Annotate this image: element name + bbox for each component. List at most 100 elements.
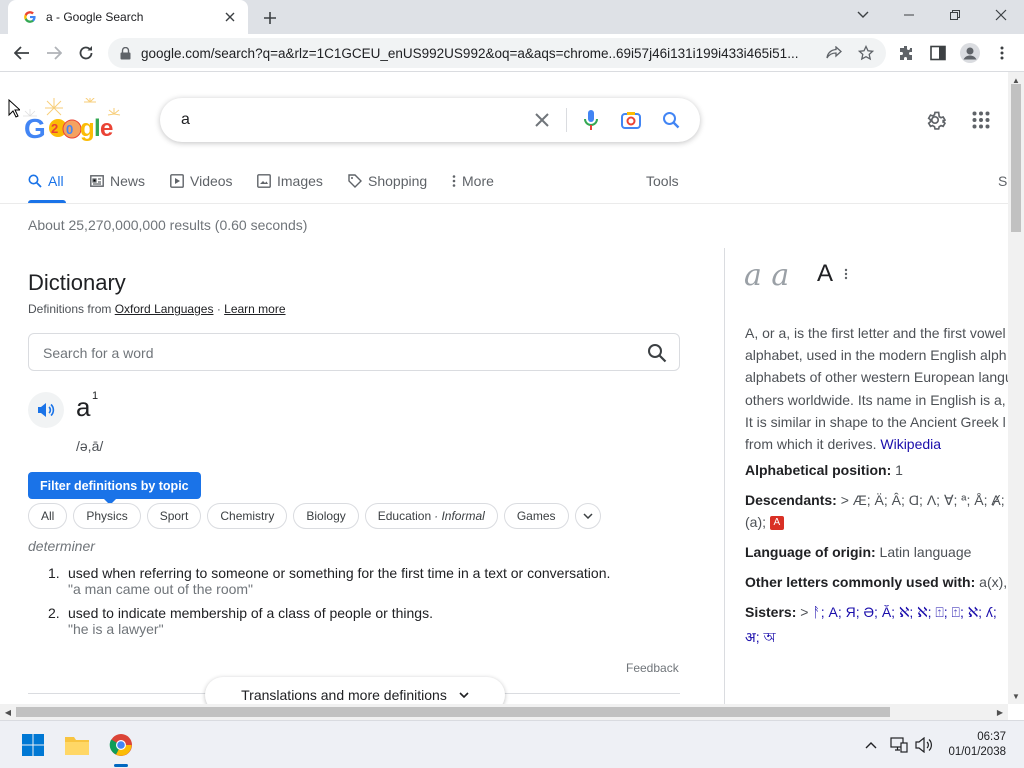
new-tab-icon[interactable] bbox=[260, 8, 280, 28]
news-icon bbox=[90, 175, 104, 187]
definition-text: used to indicate membership of a class o… bbox=[68, 605, 433, 621]
fact-value[interactable]: (a); bbox=[745, 514, 766, 530]
chip-chemistry[interactable]: Chemistry bbox=[207, 503, 288, 529]
search-submit-icon[interactable] bbox=[659, 108, 683, 132]
tab-search-icon[interactable] bbox=[840, 0, 886, 30]
horizontal-scrollbar[interactable]: ◀ ▶ bbox=[0, 704, 1008, 720]
chip-education[interactable]: Education · Informal bbox=[364, 503, 498, 529]
phonetic: /ə,ā/ bbox=[76, 438, 104, 454]
profile-avatar[interactable] bbox=[959, 42, 981, 64]
fact-prefix: > bbox=[800, 604, 809, 620]
tab-more[interactable]: More bbox=[452, 170, 494, 192]
horizontal-scroll-thumb[interactable] bbox=[16, 707, 890, 717]
fact-sisters-continued: अ; অ bbox=[745, 626, 1008, 650]
clear-search-icon[interactable] bbox=[530, 108, 554, 132]
descendant-badge[interactable]: A bbox=[769, 516, 784, 531]
chip-physics[interactable]: Physics bbox=[73, 503, 141, 529]
dictionary-title: Dictionary bbox=[28, 270, 126, 295]
translations-button[interactable]: Translations and more definitions bbox=[205, 677, 505, 704]
knowledge-panel-title: A bbox=[817, 260, 834, 287]
chrome-menu-icon[interactable] bbox=[991, 42, 1013, 64]
chrome-taskbar-icon[interactable] bbox=[105, 729, 137, 761]
scroll-left-icon[interactable]: ◀ bbox=[0, 704, 16, 720]
fact-value[interactable]: > Æ; Ä; Â; Ɑ; Λ; ∀; ª; Å; Ⱥ; @ bbox=[841, 492, 1008, 508]
more-options-icon[interactable] bbox=[844, 267, 848, 285]
lens-camera-icon[interactable] bbox=[619, 108, 643, 132]
word-search-placeholder: Search for a word bbox=[43, 345, 154, 361]
chip-games[interactable]: Games bbox=[503, 503, 569, 529]
file-explorer-icon[interactable] bbox=[61, 729, 93, 761]
settings-gear-icon[interactable] bbox=[923, 108, 947, 132]
description-line: A, or a, is the first letter and the fir… bbox=[745, 325, 1006, 341]
chips-expand-button[interactable] bbox=[574, 503, 601, 529]
feedback-link[interactable]: Feedback bbox=[626, 661, 679, 675]
search-divider bbox=[566, 108, 567, 132]
letter-glyph-images[interactable]: a a bbox=[744, 258, 789, 293]
network-icon[interactable] bbox=[889, 735, 909, 755]
scroll-right-icon[interactable]: ▶ bbox=[992, 704, 1008, 720]
oxford-languages-link[interactable]: Oxford Languages bbox=[115, 302, 214, 316]
side-panel-icon[interactable] bbox=[927, 42, 949, 64]
source-separator: · bbox=[216, 302, 221, 316]
more-vert-icon bbox=[452, 174, 456, 188]
fact-value[interactable]: ᚨ; A; Я; Ə; Ă; ℵ; ℵ; ⍐; ⍐; ℵ; ʎ; bbox=[812, 604, 997, 620]
apps-grid-icon[interactable] bbox=[969, 108, 993, 132]
wikipedia-link[interactable]: Wikipedia bbox=[880, 436, 941, 452]
tab-shopping-label: Shopping bbox=[368, 173, 428, 189]
tab-videos-label: Videos bbox=[190, 173, 233, 189]
tab-images[interactable]: Images bbox=[257, 170, 323, 192]
speaker-icon bbox=[37, 402, 55, 418]
tab-close-icon[interactable] bbox=[222, 9, 238, 25]
fact-language-of-origin: Language of origin: Latin language bbox=[745, 544, 1008, 560]
chip-all[interactable]: All bbox=[28, 503, 68, 529]
tray-chevron-up-icon[interactable] bbox=[861, 735, 881, 755]
google-doodle-logo[interactable]: G 2 0 g l e bbox=[22, 96, 121, 144]
result-stats: About 25,270,000,000 results (0.60 secon… bbox=[28, 217, 308, 233]
bookmark-star-icon[interactable] bbox=[857, 44, 875, 62]
back-icon[interactable] bbox=[11, 42, 33, 64]
vertical-scroll-thumb[interactable] bbox=[1011, 84, 1021, 232]
address-bar[interactable]: google.com/search?q=a&rlz=1C1GCEU_enUS99… bbox=[108, 38, 886, 68]
system-clock[interactable]: 06:37 01/01/2038 bbox=[940, 730, 1006, 760]
windows-start-icon[interactable] bbox=[17, 729, 49, 761]
chip-sport[interactable]: Sport bbox=[146, 503, 202, 529]
clock-time: 06:37 bbox=[977, 731, 1006, 743]
translations-label: Translations and more definitions bbox=[241, 687, 447, 703]
tab-videos[interactable]: Videos bbox=[170, 170, 233, 192]
close-window-icon[interactable] bbox=[978, 0, 1024, 30]
search-query[interactable]: a bbox=[181, 111, 190, 129]
learn-more-link[interactable]: Learn more bbox=[224, 302, 285, 316]
share-icon[interactable] bbox=[825, 44, 843, 62]
forward-icon[interactable] bbox=[43, 42, 65, 64]
fact-value[interactable]: a(x), ae bbox=[979, 574, 1008, 590]
part-of-speech: determiner bbox=[28, 538, 95, 554]
active-app-indicator bbox=[114, 764, 128, 767]
word-search-input[interactable]: Search for a word bbox=[28, 333, 680, 371]
google-favicon-icon bbox=[22, 9, 38, 25]
voice-search-icon[interactable] bbox=[579, 108, 603, 132]
volume-icon[interactable] bbox=[914, 735, 934, 755]
tab-shopping[interactable]: Shopping bbox=[348, 170, 427, 192]
tab-all-label: All bbox=[48, 173, 64, 189]
pronunciation-button[interactable] bbox=[28, 392, 64, 428]
lock-icon[interactable] bbox=[120, 46, 131, 60]
search-icon[interactable] bbox=[647, 343, 667, 368]
extensions-icon[interactable] bbox=[895, 42, 917, 64]
search-box[interactable]: a bbox=[160, 98, 700, 142]
source-prefix: Definitions from bbox=[28, 302, 112, 316]
tab-news[interactable]: News bbox=[90, 170, 145, 192]
scroll-down-icon[interactable]: ▼ bbox=[1008, 688, 1024, 704]
reload-icon[interactable] bbox=[75, 42, 97, 64]
tab-images-label: Images bbox=[277, 173, 323, 189]
tools-button[interactable]: Tools bbox=[646, 170, 679, 192]
chip-biology[interactable]: Biology bbox=[293, 503, 359, 529]
restore-icon[interactable] bbox=[932, 0, 978, 30]
minimize-icon[interactable] bbox=[886, 0, 932, 30]
windows-taskbar: 06:37 01/01/2038 bbox=[0, 720, 1024, 768]
safesearch-cut-label[interactable]: S bbox=[998, 170, 1007, 192]
browser-tab[interactable]: a - Google Search bbox=[8, 0, 248, 34]
tab-all[interactable]: All bbox=[28, 170, 64, 192]
vertical-scrollbar[interactable]: ▲ ▼ bbox=[1008, 72, 1024, 704]
fact-value[interactable]: अ; অ bbox=[745, 629, 776, 645]
fact-value[interactable]: Latin language bbox=[880, 544, 972, 560]
